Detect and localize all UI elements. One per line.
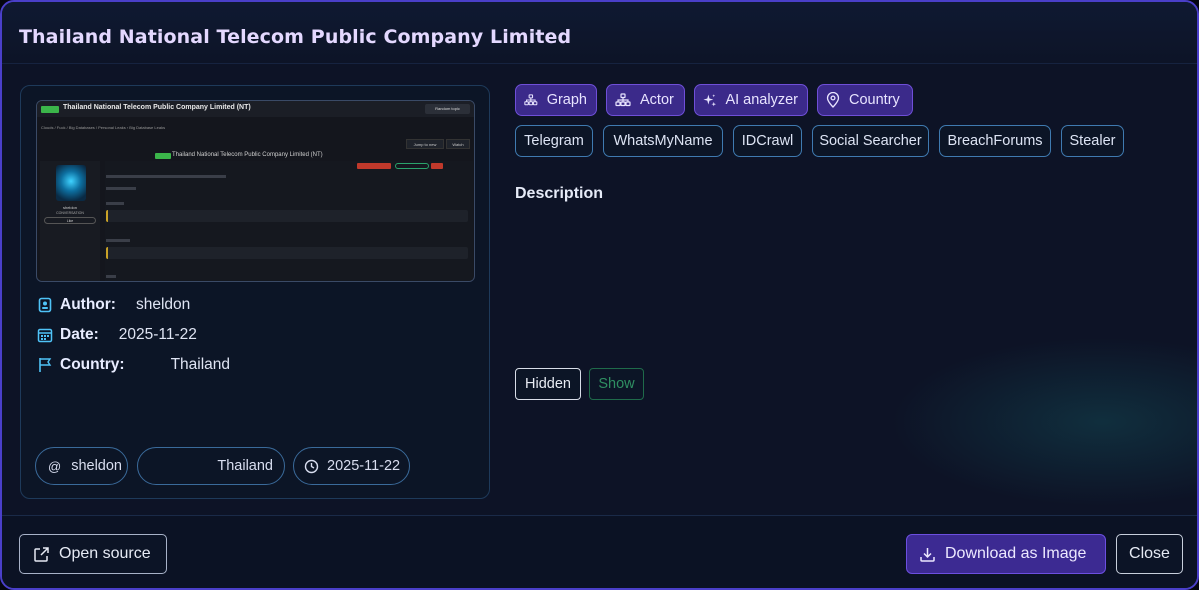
screenshot-mid-badge — [155, 153, 171, 159]
country-chip[interactable]: Thailand — [137, 447, 285, 485]
author-chip[interactable]: @ sheldon — [35, 447, 128, 485]
screenshot-text-line — [106, 275, 116, 278]
screenshot-text-line — [106, 239, 130, 242]
country-button-label: Country — [849, 92, 900, 108]
close-button[interactable]: Close — [1116, 534, 1183, 574]
hidden-toggle-button[interactable]: Hidden — [515, 368, 581, 400]
download-image-label: Download as Image — [945, 545, 1087, 562]
actor-button[interactable]: Actor — [606, 84, 685, 116]
screenshot-hidden-box — [106, 247, 468, 259]
screenshot-jump-button: Jump to new — [406, 139, 444, 149]
screenshot-random-topic: Random topic — [425, 104, 470, 114]
source-social-searcher[interactable]: Social Searcher — [812, 125, 929, 157]
open-source-label: Open source — [59, 545, 151, 562]
date-chip-label: 2025-11-22 — [327, 458, 401, 474]
ai-analyzer-button-label: AI analyzer — [725, 92, 798, 108]
detail-modal: Thailand National Telecom Public Company… — [0, 0, 1199, 590]
ai-analyzer-button[interactable]: AI analyzer — [694, 84, 808, 116]
modal-footer: Open source Download as Image Close — [2, 515, 1197, 588]
country-label: Country: — [60, 356, 125, 373]
modal-title: Thailand National Telecom Public Company… — [19, 26, 572, 48]
id-badge-icon — [36, 296, 54, 314]
info-card: Thailand National Telecom Public Company… — [20, 85, 490, 499]
clock-icon — [304, 459, 319, 474]
screenshot-avatar — [56, 165, 86, 201]
author-label: Author: — [60, 296, 116, 313]
screenshot-text-line — [106, 202, 124, 205]
screenshot-user-panel: sheldon CONVERSATION Like — [40, 161, 100, 281]
external-link-icon — [34, 546, 49, 562]
actor-button-label: Actor — [640, 92, 674, 108]
screenshot-thread-title: Thailand National Telecom Public Company… — [63, 104, 251, 111]
sparkle-icon — [703, 93, 717, 106]
screenshot-tag — [395, 163, 429, 169]
country-value: Thailand — [170, 356, 231, 373]
screenshot-tag — [431, 163, 443, 169]
screenshot-text-line — [106, 187, 136, 190]
post-screenshot[interactable]: Thailand National Telecom Public Company… — [36, 100, 475, 282]
screenshot-text-line — [106, 175, 226, 178]
screenshot-tag — [357, 163, 391, 169]
country-button[interactable]: Country — [817, 84, 913, 116]
at-icon: @ — [48, 458, 62, 474]
country-chip-label: Thailand — [217, 458, 273, 474]
screenshot-status-badge — [41, 106, 59, 113]
source-breachforums[interactable]: BreachForums — [939, 125, 1051, 157]
country-row: Country: Thailand — [36, 356, 230, 374]
modal-header: Thailand National Telecom Public Company… — [2, 2, 1197, 64]
screenshot-breadcrumb: Clouds / Fuck / Big Databases / Personal… — [41, 125, 166, 130]
screenshot-hidden-box — [106, 210, 468, 222]
author-value: sheldon — [135, 296, 191, 313]
author-chip-label: sheldon — [71, 458, 122, 474]
description-heading: Description — [515, 185, 604, 202]
source-whatsmyname[interactable]: WhatsMyName — [603, 125, 723, 157]
calendar-icon — [36, 326, 54, 344]
open-source-button[interactable]: Open source — [19, 534, 167, 574]
screenshot-like: Like — [44, 217, 96, 224]
graph-icon — [524, 94, 538, 106]
screenshot-post-body — [105, 161, 473, 281]
source-telegram[interactable]: Telegram — [515, 125, 593, 157]
screenshot-watch-button: Watch — [446, 139, 470, 149]
source-idcrawl[interactable]: IDCrawl — [733, 125, 802, 157]
author-row: Author: sheldon — [36, 296, 190, 314]
flag-icon — [36, 356, 54, 374]
screenshot-mid-title: Thailand National Telecom Public Company… — [172, 152, 323, 158]
date-row: Date: 2025-11-22 — [36, 326, 197, 344]
source-stealer[interactable]: Stealer — [1061, 125, 1124, 157]
date-label: Date: — [60, 326, 99, 343]
date-chip[interactable]: 2025-11-22 — [293, 447, 410, 485]
location-pin-icon — [826, 92, 840, 108]
graph-button-label: Graph — [546, 92, 587, 108]
show-toggle-button[interactable]: Show — [589, 368, 644, 400]
date-value: 2025-11-22 — [118, 326, 197, 343]
actor-icon — [615, 93, 631, 107]
download-image-button[interactable]: Download as Image — [906, 534, 1106, 574]
screenshot-conversation: CONVERSATION — [56, 211, 84, 215]
download-icon — [920, 547, 935, 562]
screenshot-username: sheldon — [62, 205, 77, 210]
graph-button[interactable]: Graph — [515, 84, 597, 116]
